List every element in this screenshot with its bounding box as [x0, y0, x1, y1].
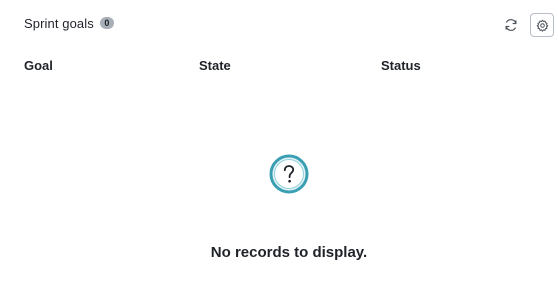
question-icon — [269, 154, 309, 194]
panel-header: Sprint goals 0 — [24, 14, 114, 32]
panel-title: Sprint goals — [24, 15, 94, 31]
empty-state-message: No records to display. — [210, 244, 368, 261]
table-header: Goal State Status — [24, 58, 544, 76]
panel-actions — [500, 13, 554, 37]
column-header-status[interactable]: Status — [381, 58, 421, 73]
refresh-icon — [505, 19, 517, 31]
count-badge: 0 — [99, 17, 114, 29]
column-header-goal[interactable]: Goal — [24, 58, 53, 73]
column-header-state[interactable]: State — [199, 58, 231, 73]
refresh-button[interactable] — [500, 14, 522, 36]
settings-button[interactable] — [530, 13, 554, 37]
gear-icon — [536, 19, 548, 32]
